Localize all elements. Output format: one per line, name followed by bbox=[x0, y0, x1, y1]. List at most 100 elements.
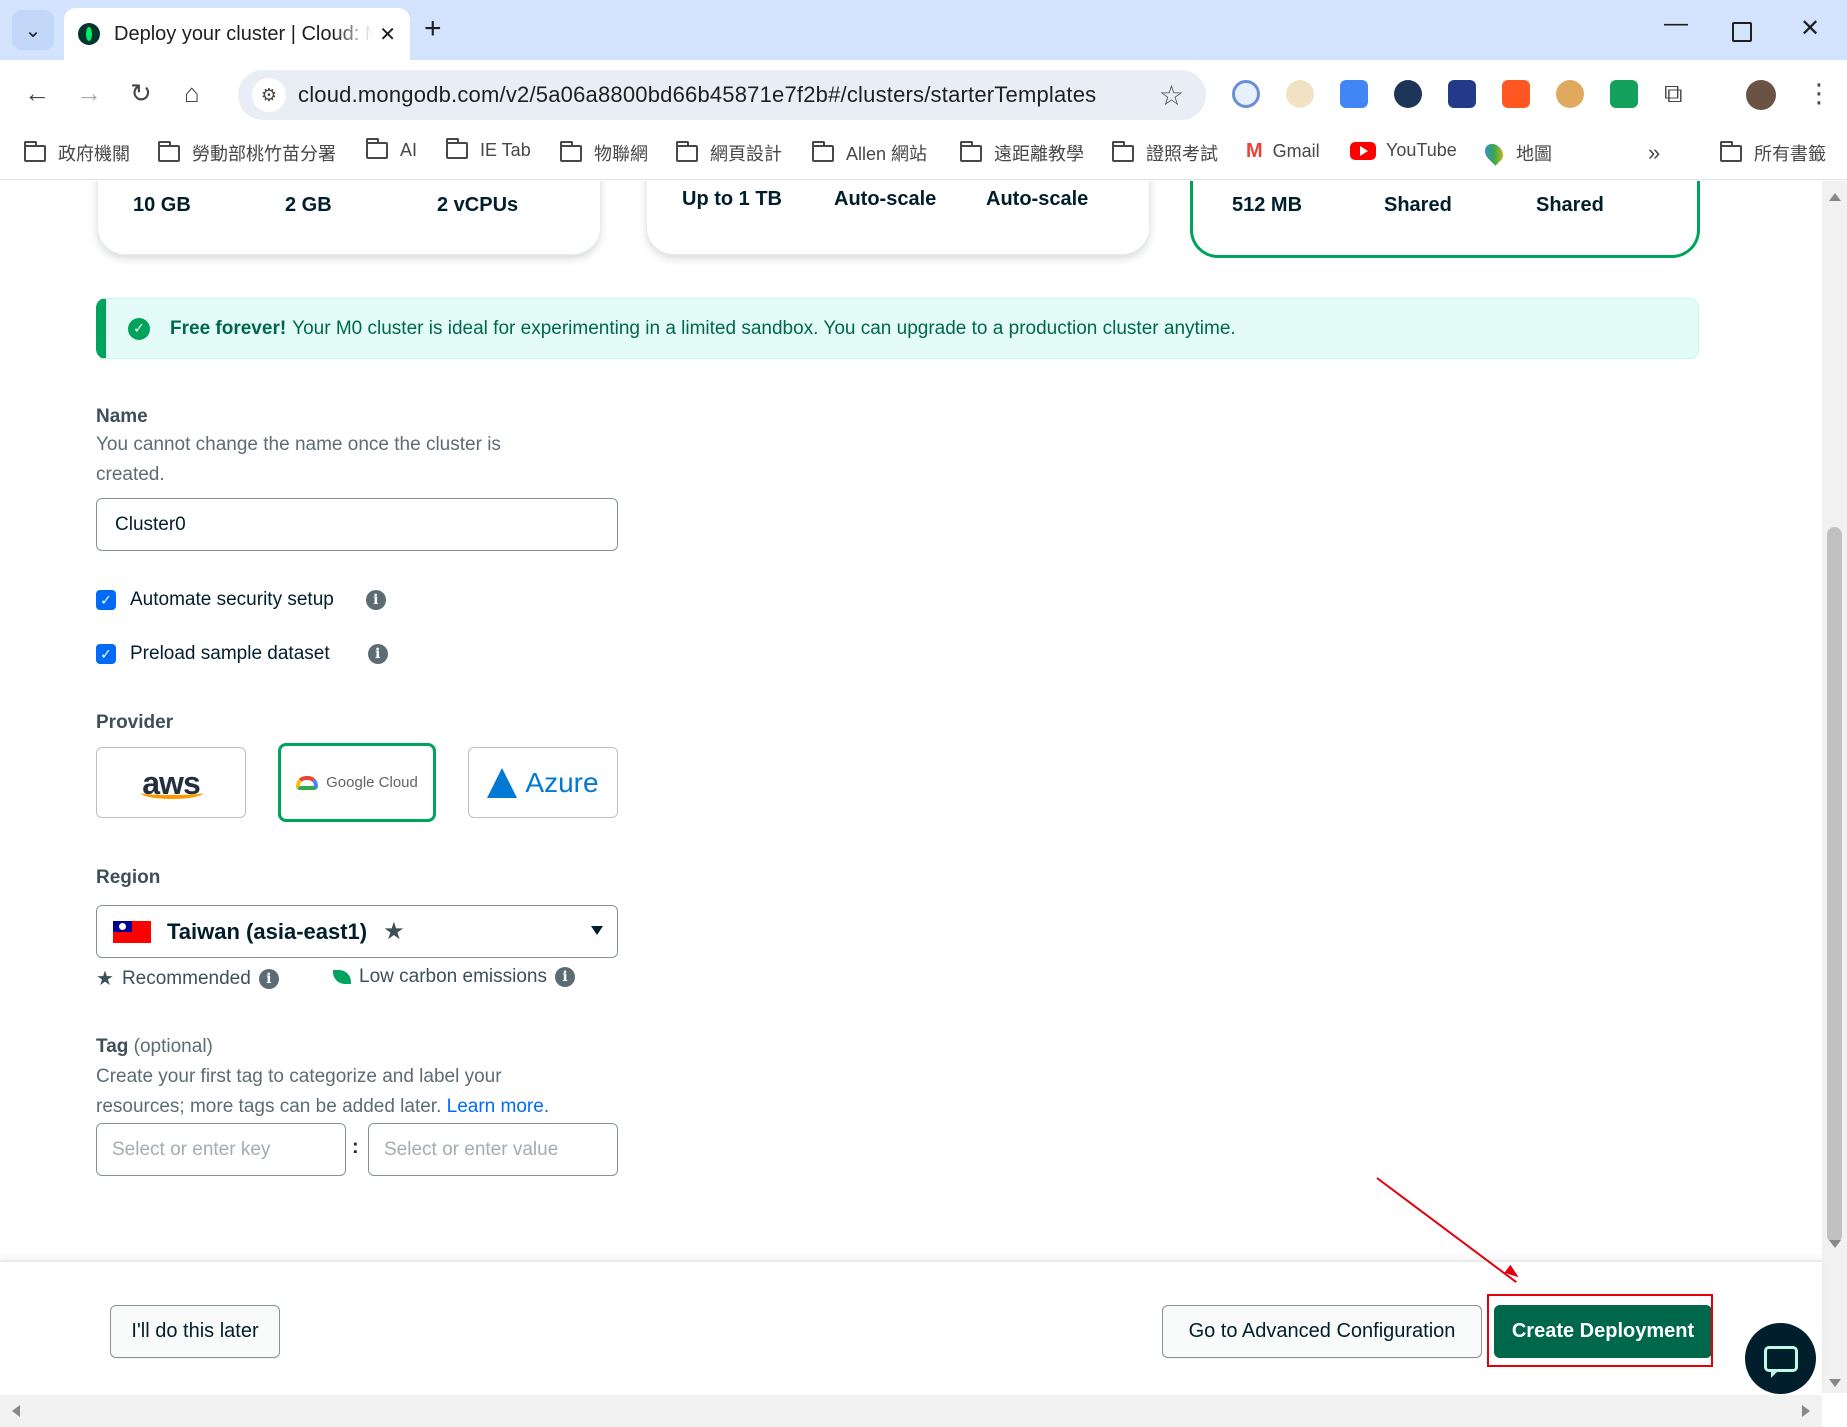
scrollbar-thumb[interactable] bbox=[1827, 527, 1842, 1243]
maps-pin-icon bbox=[1481, 140, 1507, 166]
provider-label: Provider bbox=[96, 712, 174, 733]
close-window-icon[interactable]: ✕ bbox=[1800, 14, 1820, 43]
bookmark-folder[interactable]: 勞動部桃竹苗分署 bbox=[158, 140, 336, 166]
bookmark-folder[interactable]: 政府機關 bbox=[24, 140, 130, 166]
horizontal-scrollbar[interactable] bbox=[0, 1395, 1822, 1427]
scroll-up-icon[interactable] bbox=[1829, 193, 1841, 201]
check-circle-icon: ✓ bbox=[128, 317, 150, 340]
extensions-puzzle-icon[interactable]: ⧉ bbox=[1664, 78, 1683, 110]
banner-bold-text: Free forever! bbox=[170, 317, 287, 339]
info-icon[interactable]: i bbox=[258, 968, 279, 989]
provider-aws-button[interactable]: aws bbox=[96, 747, 246, 818]
extension-colorful-icon[interactable] bbox=[1448, 80, 1476, 108]
info-icon[interactable]: i bbox=[365, 590, 386, 610]
bookmark-folder[interactable]: AI bbox=[366, 138, 417, 161]
tier-spec-storage: Up to 1 TB bbox=[682, 188, 782, 210]
bookmark-folder[interactable]: Allen 網站 bbox=[812, 140, 927, 166]
checkbox-checked-icon[interactable]: ✓ bbox=[96, 590, 116, 610]
preload-sample-option[interactable]: ✓ Preload sample dataset i bbox=[96, 643, 388, 665]
extension-translate-icon[interactable] bbox=[1340, 80, 1368, 108]
home-icon[interactable]: ⌂ bbox=[184, 78, 200, 109]
bookmark-maps[interactable]: 地圖 bbox=[1481, 140, 1552, 166]
bookmarks-bar: 政府機關 勞動部桃竹苗分署 AI IE Tab 物聯網 網頁設計 Allen 網… bbox=[0, 130, 1847, 180]
scroll-right-icon[interactable] bbox=[1802, 1405, 1810, 1417]
advanced-configuration-button[interactable]: Go to Advanced Configuration bbox=[1162, 1305, 1482, 1358]
menu-kebab-icon[interactable]: ⋮ bbox=[1806, 78, 1832, 109]
maximize-icon[interactable] bbox=[1732, 22, 1752, 42]
azure-text: Azure bbox=[525, 766, 599, 798]
bookmark-youtube[interactable]: YouTube bbox=[1350, 140, 1457, 161]
browser-tab-strip: ⌄ Deploy your cluster | Cloud: MongoDB C… bbox=[0, 0, 1847, 60]
scroll-down-icon[interactable] bbox=[1829, 1379, 1841, 1387]
info-icon[interactable]: i bbox=[367, 644, 388, 664]
automate-security-option[interactable]: ✓ Automate security setup i bbox=[96, 589, 386, 611]
cluster-name-input[interactable]: Cluster0 bbox=[96, 498, 618, 551]
bookmark-folder[interactable]: 遠距離教學 bbox=[960, 140, 1084, 166]
scroll-down-icon[interactable] bbox=[1829, 1240, 1841, 1248]
profile-avatar[interactable] bbox=[1746, 80, 1776, 110]
site-info-icon[interactable]: ⚙ bbox=[252, 78, 286, 112]
url-text: cloud.mongodb.com/v2/5a06a8800bd66b45871… bbox=[298, 82, 1097, 107]
tier-card-serverless[interactable]: Up to 1 TB Auto-scale Auto-scale bbox=[646, 181, 1150, 255]
tier-card-dedicated[interactable]: 10 GB 2 GB 2 vCPUs bbox=[97, 181, 601, 255]
tab-title: Deploy your cluster | Cloud: MongoDB Clo… bbox=[114, 22, 374, 45]
bookmark-folder[interactable]: 網頁設計 bbox=[676, 140, 782, 166]
extension-font-icon[interactable] bbox=[1502, 80, 1530, 108]
google-cloud-icon bbox=[296, 775, 319, 790]
chat-bubble-icon bbox=[1763, 1345, 1798, 1378]
bookmark-folder[interactable]: 證照考試 bbox=[1112, 140, 1218, 166]
more-bookmarks-chevron-icon[interactable]: » bbox=[1648, 140, 1660, 166]
bookmark-folder[interactable]: IE Tab bbox=[446, 138, 531, 161]
back-arrow-icon[interactable]: ← bbox=[24, 78, 50, 109]
bookmark-star-icon[interactable]: ☆ bbox=[1159, 79, 1184, 112]
tier-spec-ram: Shared bbox=[1384, 194, 1452, 216]
extension-globe-icon[interactable] bbox=[1286, 80, 1314, 108]
low-carbon-hint: Low carbon emissions i bbox=[333, 966, 575, 988]
folder-icon bbox=[158, 140, 180, 162]
taiwan-flag-icon bbox=[113, 920, 151, 943]
close-tab-icon[interactable]: ✕ bbox=[379, 22, 396, 47]
star-icon: ★ bbox=[383, 918, 405, 945]
tag-key-input[interactable]: Select or enter key bbox=[96, 1123, 346, 1176]
folder-icon bbox=[1112, 140, 1134, 162]
tag-label: Tag bbox=[96, 1036, 129, 1057]
tag-optional: (optional) bbox=[133, 1036, 213, 1057]
folder-icon bbox=[960, 140, 982, 162]
tab-search-button[interactable]: ⌄ bbox=[12, 10, 54, 50]
mongodb-leaf-icon bbox=[78, 23, 100, 45]
extension-opera-icon[interactable] bbox=[1232, 80, 1260, 108]
all-bookmarks-folder[interactable]: 所有書籤 bbox=[1720, 140, 1826, 166]
tag-description: Create your first tag to categorize and … bbox=[96, 1066, 550, 1117]
region-select[interactable]: Taiwan (asia-east1) ★ bbox=[96, 905, 618, 958]
info-icon[interactable]: i bbox=[554, 967, 575, 987]
region-label: Region bbox=[96, 867, 161, 888]
new-tab-button[interactable]: + bbox=[424, 12, 442, 46]
bookmark-gmail[interactable]: M Gmail bbox=[1246, 140, 1320, 163]
tier-spec-cpu: Shared bbox=[1536, 194, 1604, 216]
tag-value-input[interactable]: Select or enter value bbox=[368, 1123, 618, 1176]
provider-google-cloud-button[interactable]: Google Cloud bbox=[278, 743, 436, 822]
page-content: 10 GB 2 GB 2 vCPUs Up to 1 TB Auto-scale… bbox=[0, 181, 1822, 1261]
do-later-button[interactable]: I'll do this later bbox=[110, 1305, 280, 1358]
chat-support-button[interactable] bbox=[1745, 1323, 1816, 1394]
learn-more-link[interactable]: Learn more. bbox=[447, 1096, 549, 1117]
caret-down-icon bbox=[591, 926, 603, 935]
reload-icon[interactable]: ↻ bbox=[130, 78, 152, 109]
forward-arrow-icon[interactable]: → bbox=[76, 78, 102, 109]
tier-card-free-selected[interactable]: 512 MB Shared Shared bbox=[1190, 181, 1700, 258]
scroll-left-icon[interactable] bbox=[12, 1405, 20, 1417]
extension-lock-icon[interactable] bbox=[1610, 80, 1638, 108]
minimize-icon[interactable]: — bbox=[1664, 10, 1688, 38]
extension-cookie-icon[interactable] bbox=[1556, 80, 1584, 108]
provider-azure-button[interactable]: Azure bbox=[468, 747, 618, 818]
browser-tab-active[interactable]: Deploy your cluster | Cloud: MongoDB Clo… bbox=[64, 8, 410, 60]
bookmark-folder[interactable]: 物聯網 bbox=[560, 140, 648, 166]
vertical-scrollbar[interactable] bbox=[1822, 181, 1847, 1393]
address-bar[interactable]: ⚙ cloud.mongodb.com/v2/5a06a8800bd66b458… bbox=[238, 70, 1206, 120]
tier-spec-storage: 512 MB bbox=[1232, 194, 1303, 216]
extension-web-icon[interactable] bbox=[1394, 80, 1422, 108]
tier-spec-cpu: 2 vCPUs bbox=[437, 194, 519, 216]
folder-icon bbox=[446, 138, 468, 159]
checkbox-checked-icon[interactable]: ✓ bbox=[96, 644, 116, 664]
name-description: You cannot change the name once the clus… bbox=[96, 434, 501, 485]
